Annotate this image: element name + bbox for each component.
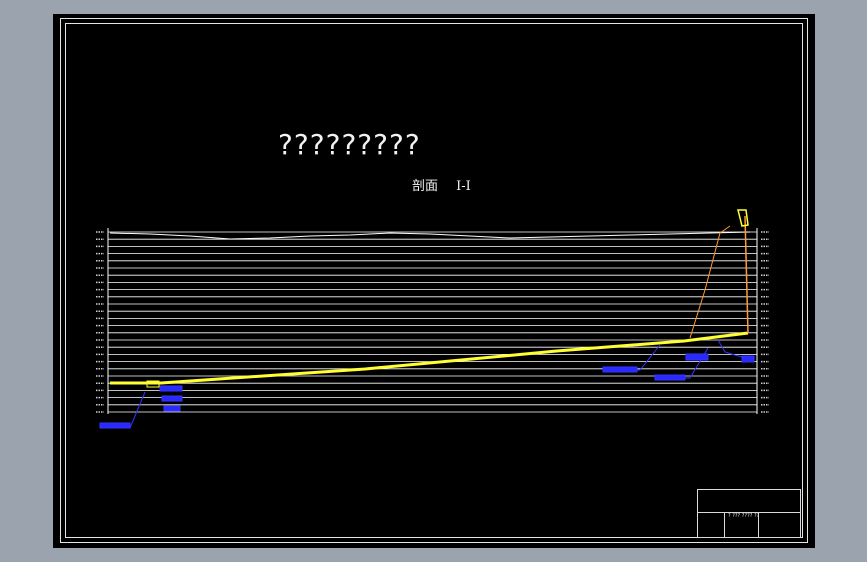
pipeline-profile-line	[110, 331, 749, 385]
right-shaft-line	[744, 215, 749, 334]
title-block-column	[724, 512, 725, 537]
ground-surface-line	[109, 231, 751, 240]
right-shaft-head	[737, 209, 749, 227]
title-block-text: ? ??? ???? ??	[728, 513, 760, 519]
profile-drawing	[96, 209, 769, 429]
title-block: ? ??? ???? ??	[697, 489, 801, 538]
right-scale-ticks	[761, 231, 769, 413]
left-scale-ticks	[96, 231, 104, 413]
horizontal-grid-lines	[108, 231, 757, 413]
